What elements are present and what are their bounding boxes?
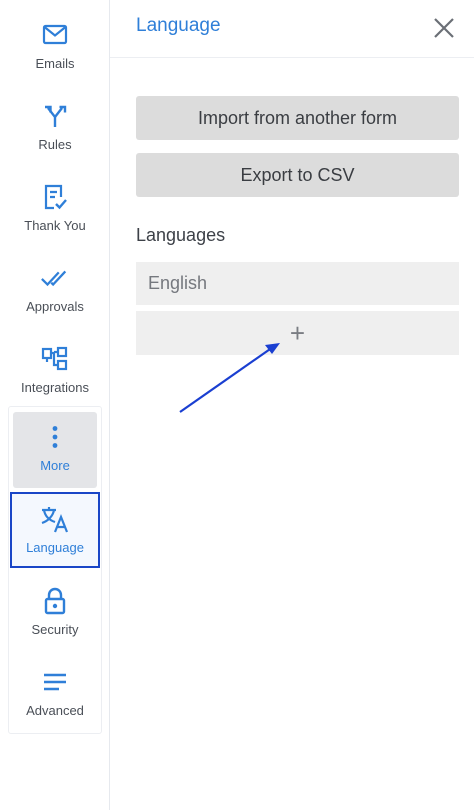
sidebar-item-label: Thank You — [24, 218, 86, 233]
sidebar-item-approvals[interactable]: Approvals — [8, 253, 102, 329]
import-from-form-button[interactable]: Import from another form — [136, 96, 459, 140]
lock-icon — [40, 586, 70, 616]
menu-lines-icon — [40, 667, 70, 697]
sidebar-item-more[interactable]: More — [13, 412, 97, 488]
sidebar-item-label: Language — [26, 540, 84, 555]
panel-header: Language — [110, 0, 474, 58]
integration-blocks-icon — [40, 344, 70, 374]
sidebar-item-security[interactable]: Security — [8, 576, 102, 652]
sidebar-item-emails[interactable]: Emails — [8, 10, 102, 86]
language-list-item[interactable]: English — [136, 262, 459, 305]
sidebar-item-label: Rules — [38, 137, 72, 152]
fork-arrows-icon — [40, 101, 70, 131]
sidebar-item-label: Integrations — [21, 380, 89, 395]
sidebar-item-label: Approvals — [26, 299, 84, 314]
sidebar-item-language[interactable]: Language — [10, 492, 100, 568]
sidebar-item-thank-you[interactable]: Thank You — [8, 172, 102, 248]
plus-icon: + — [289, 317, 306, 348]
translate-icon — [40, 504, 70, 534]
sidebar-item-label: More — [40, 458, 70, 473]
export-csv-button[interactable]: Export to CSV — [136, 153, 459, 197]
double-check-icon — [40, 263, 70, 293]
vertical-dots-icon — [40, 422, 70, 452]
languages-heading: Languages — [136, 225, 226, 245]
envelope-icon — [40, 20, 70, 50]
page-title: Language — [136, 15, 221, 36]
sidebar-item-integrations[interactable]: Integrations — [8, 334, 102, 410]
sidebar-item-advanced[interactable]: Advanced — [8, 657, 102, 733]
sidebar-item-label: Security — [31, 622, 79, 637]
close-button[interactable] — [430, 14, 458, 42]
sidebar-item-rules[interactable]: Rules — [8, 91, 102, 167]
annotation-arrow-icon — [179, 343, 280, 413]
sidebar-item-label: Emails — [35, 56, 75, 71]
document-check-icon — [40, 182, 70, 212]
sidebar: Emails Rules Thank You Approvals Integra… — [0, 0, 110, 810]
sidebar-item-label: Advanced — [26, 703, 84, 718]
close-icon — [430, 18, 458, 46]
